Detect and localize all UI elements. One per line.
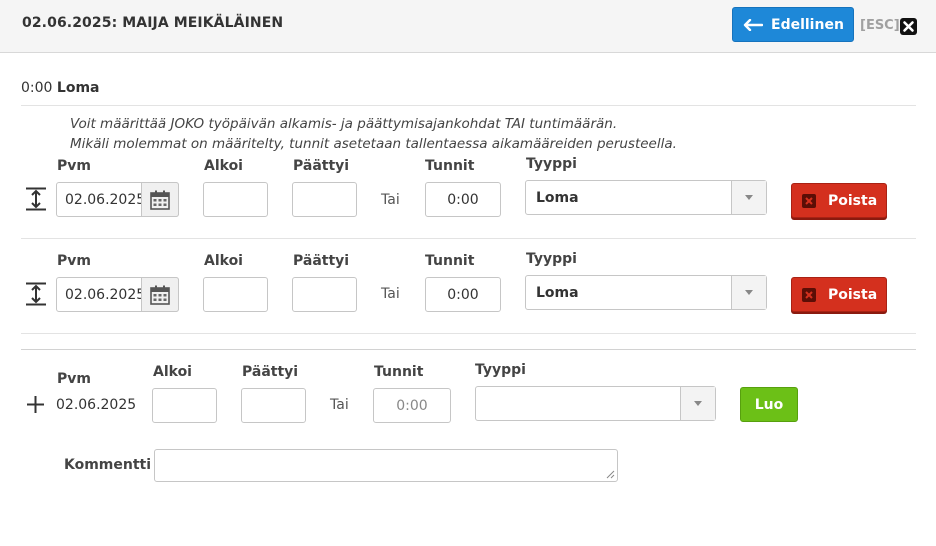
calendar-button[interactable] (141, 277, 179, 312)
or-label: Tai (381, 192, 400, 208)
end-label: Päättyi (293, 253, 350, 269)
hours-input[interactable]: 0:00 (425, 182, 501, 217)
resize-handle-icon[interactable] (606, 470, 615, 479)
calendar-icon (150, 285, 170, 305)
dialog-title: 02.06.2025: MAIJA MEIKÄLÄINEN (22, 15, 284, 31)
create-button[interactable]: Luo (740, 387, 798, 422)
date-label: Pvm (57, 253, 91, 269)
info-line-2: Mikäli molemmat on määritelty, tunnit as… (70, 136, 677, 152)
esc-hint: [ESC] (860, 18, 900, 33)
hours-label: Tunnit (425, 253, 475, 269)
calendar-icon (150, 190, 170, 210)
delete-x-icon (802, 287, 816, 302)
comment-label: Kommentti (64, 457, 152, 473)
delete-button[interactable]: Poista (791, 277, 887, 312)
or-label: Tai (330, 397, 349, 413)
comment-textarea[interactable] (154, 449, 618, 482)
or-label: Tai (381, 286, 400, 302)
type-select[interactable]: Loma (525, 275, 767, 310)
new-hours-placeholder: 0:00 (396, 397, 428, 414)
info-line-1: Voit määrittää JOKO työpäivän alkamis- j… (70, 116, 618, 132)
dropdown-arrow-icon[interactable] (731, 181, 766, 214)
new-hours-input[interactable]: 0:00 (373, 388, 451, 423)
end-label: Päättyi (242, 364, 299, 380)
summary-type: Loma (56, 80, 100, 96)
delete-x-icon (802, 193, 816, 208)
calendar-button[interactable] (141, 182, 179, 217)
new-end-time-input[interactable] (241, 388, 306, 423)
start-label: Alkoi (153, 364, 192, 380)
info-text: Voit määrittää JOKO työpäivän alkamis- j… (70, 114, 677, 154)
start-time-input[interactable] (203, 277, 268, 312)
divider (21, 238, 916, 239)
start-time-input[interactable] (203, 182, 268, 217)
hours-label: Tunnit (425, 158, 475, 174)
date-value: 02.06.2025 (65, 286, 146, 303)
delete-button-label: Poista (828, 192, 878, 209)
type-label: Tyyppi (526, 251, 577, 267)
type-select-value: Loma (536, 284, 579, 301)
resize-vertical-icon[interactable] (25, 282, 47, 306)
end-time-input[interactable] (292, 182, 357, 217)
delete-button-label: Poista (828, 286, 878, 303)
new-type-select[interactable] (475, 386, 716, 421)
hours-label: Tunnit (374, 364, 424, 380)
type-label: Tyyppi (526, 156, 577, 172)
divider (21, 105, 916, 106)
type-select[interactable]: Loma (525, 180, 767, 215)
resize-vertical-icon[interactable] (25, 187, 47, 211)
date-value: 02.06.2025 (65, 191, 146, 208)
date-label: Pvm (57, 158, 91, 174)
previous-button[interactable]: Edellinen (732, 7, 854, 42)
plus-icon (27, 396, 44, 413)
type-select-value: Loma (536, 189, 579, 206)
new-start-time-input[interactable] (152, 388, 217, 423)
type-label: Tyyppi (475, 362, 526, 378)
previous-button-label: Edellinen (771, 16, 844, 33)
divider (21, 349, 916, 350)
close-icon[interactable] (900, 18, 917, 35)
date-label: Pvm (57, 371, 91, 387)
end-label: Päättyi (293, 158, 350, 174)
day-summary: 0:00 Loma (21, 80, 99, 96)
date-input[interactable]: 02.06.2025 (56, 277, 179, 312)
dialog-header: 02.06.2025: MAIJA MEIKÄLÄINEN Edellinen … (0, 0, 936, 53)
end-time-input[interactable] (292, 277, 357, 312)
delete-button[interactable]: Poista (791, 183, 887, 218)
start-label: Alkoi (204, 158, 243, 174)
date-input[interactable]: 02.06.2025 (56, 182, 179, 217)
arrow-left-icon (743, 18, 763, 31)
dropdown-arrow-icon[interactable] (680, 387, 715, 420)
dropdown-arrow-icon[interactable] (731, 276, 766, 309)
new-date-value: 02.06.2025 (56, 397, 137, 413)
hours-input[interactable]: 0:00 (425, 277, 501, 312)
summary-time: 0:00 (21, 80, 53, 96)
divider (21, 333, 916, 334)
start-label: Alkoi (204, 253, 243, 269)
